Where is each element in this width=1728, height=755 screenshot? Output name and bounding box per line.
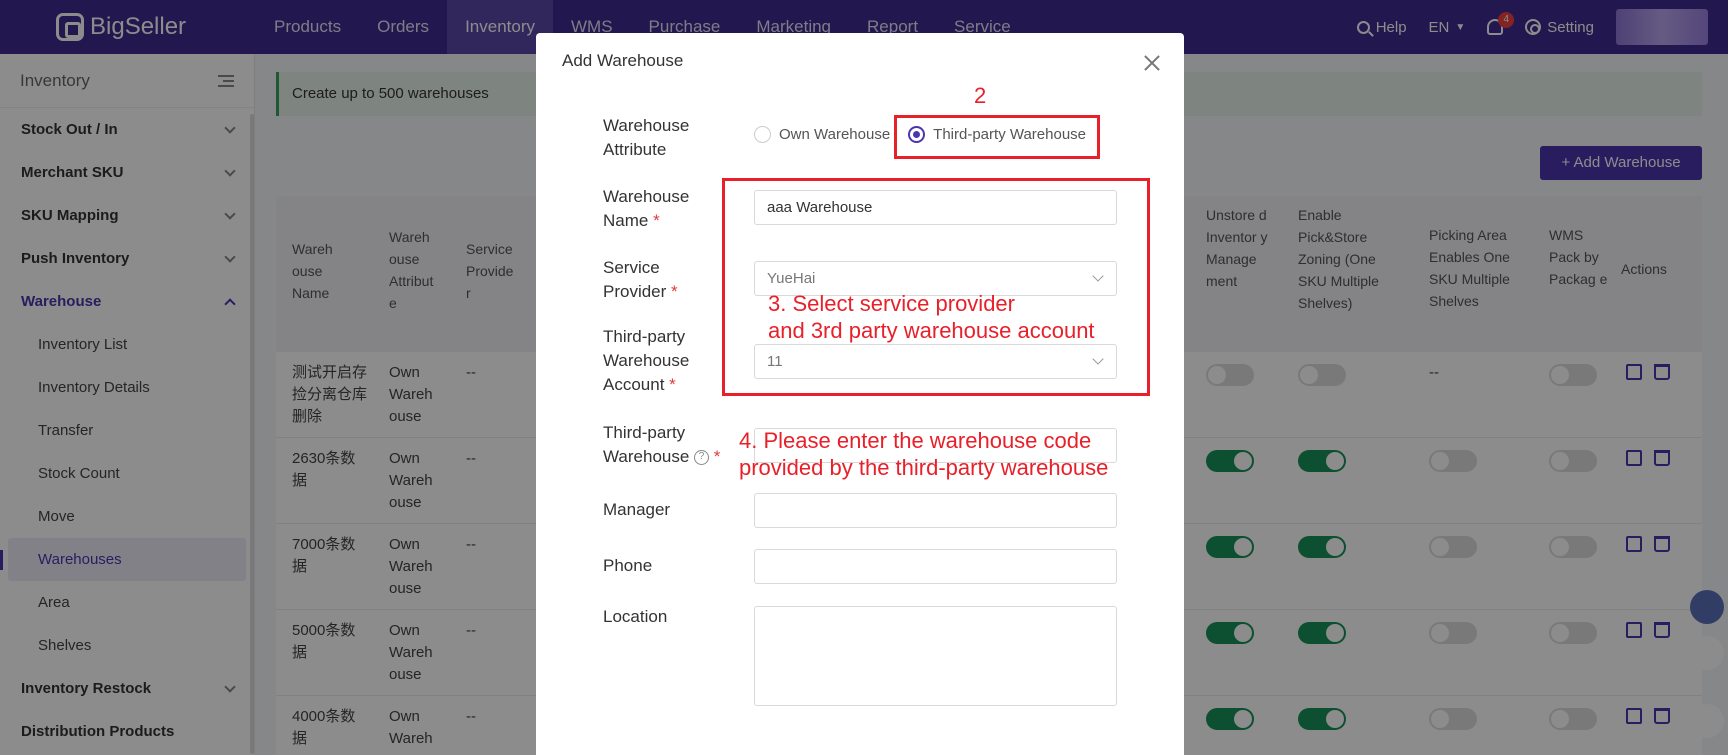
annotation-step-2: 2 [974,83,987,108]
close-icon[interactable] [1142,53,1162,73]
required-mark: * [653,211,660,230]
annotation-box-provider-account [722,178,1150,396]
annotation-step-3-line-2: and 3rd party warehouse account [768,318,1095,343]
label-manager: Manager [603,500,671,519]
annotation-step-3-line-1: 3. Select service provider [768,291,1015,316]
required-mark: * [669,375,676,394]
radio-own-warehouse-label[interactable]: Own Warehouse [779,126,890,143]
radio-own-warehouse[interactable] [754,126,771,143]
annotation-step-4-line-1: 4. Please enter the warehouse code [739,428,1092,453]
required-mark: * [671,282,678,301]
label-phone: Phone [603,556,653,575]
help-circle-icon[interactable]: ? [694,450,710,466]
label-third-party-warehouse: Third-party Warehouse ? * [603,421,728,469]
label-warehouse-name: Warehouse Name * [603,185,703,233]
label-location: Location [603,607,668,626]
label-service-provider: Service Provider * [603,256,703,304]
label-warehouse-attribute: Warehouse Attribute [603,116,690,159]
label-text: Service Provider [603,258,667,301]
annotation-box-attribute [894,115,1100,159]
manager-input[interactable] [754,493,1117,528]
location-textarea[interactable] [754,606,1117,706]
annotation-step-4-line-2: provided by the third-party warehouse [739,455,1109,480]
required-mark: * [713,447,721,466]
label-third-party-account: Third-party Warehouse Account * [603,325,713,397]
label-text: Warehouse Name [603,187,690,230]
label-text: Third-party Warehouse [603,423,690,466]
label-text: Third-party Warehouse Account [603,327,690,394]
modal-title: Add Warehouse [562,51,684,70]
phone-input[interactable] [754,549,1117,584]
